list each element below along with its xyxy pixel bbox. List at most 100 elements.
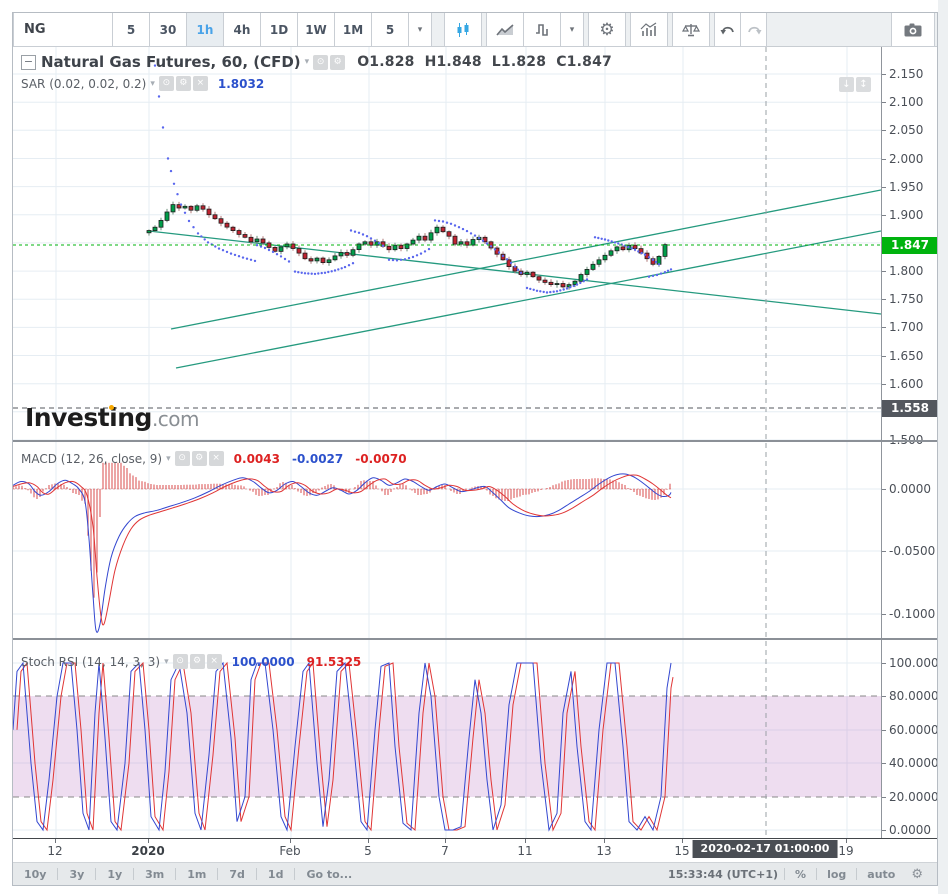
candle-body xyxy=(279,247,283,252)
timeframe-button-30[interactable]: 30 xyxy=(149,13,187,47)
macd-line xyxy=(13,474,671,632)
gear-icon[interactable]: ⚙ xyxy=(190,654,205,669)
gear-icon[interactable]: ⚙ xyxy=(905,867,929,882)
eye-icon[interactable]: ⊙ xyxy=(173,654,188,669)
range-button-3y[interactable]: 3y xyxy=(58,868,95,881)
candle-body xyxy=(387,246,391,249)
sar-dot xyxy=(486,242,488,244)
gear-icon[interactable]: ⚙ xyxy=(192,451,207,466)
sar-dot xyxy=(667,270,669,272)
line-chart-type-button[interactable] xyxy=(486,13,524,47)
collapse-pane-icon[interactable]: − xyxy=(21,55,36,70)
sar-dot xyxy=(520,272,522,274)
sar-dot xyxy=(450,223,452,225)
sar-dot xyxy=(180,203,182,205)
price-badge: 1.558 xyxy=(882,400,937,417)
goto-button[interactable]: Go to... xyxy=(295,868,363,881)
option-percent[interactable]: % xyxy=(785,868,816,881)
candle-body xyxy=(273,247,277,251)
sar-dot xyxy=(388,259,390,261)
candle-body xyxy=(225,223,229,227)
sar-dot xyxy=(583,280,585,282)
sar-dot xyxy=(442,220,444,222)
sar-dot xyxy=(644,254,646,256)
candle-body xyxy=(591,264,595,269)
timeframe-button-5[interactable]: 5 xyxy=(112,13,150,47)
candle-body xyxy=(663,245,667,257)
time-label: Feb xyxy=(279,844,300,858)
sar-dot xyxy=(350,229,352,231)
candle-body xyxy=(363,242,367,244)
eye-icon[interactable]: ⊙ xyxy=(313,55,328,70)
candle-body xyxy=(597,260,601,265)
candle-body xyxy=(423,236,427,240)
symbol-input[interactable]: NG xyxy=(13,13,113,47)
sar-dot xyxy=(660,272,662,274)
candle-body xyxy=(531,272,535,277)
axis-label: 2.150 xyxy=(889,67,923,81)
chevron-down-icon[interactable]: ▾ xyxy=(150,79,155,89)
ohlc-values: O1.828H1.848L1.828C1.847 xyxy=(357,54,622,70)
eye-icon[interactable]: ⊙ xyxy=(159,76,174,91)
chevron-down-icon[interactable]: ▾ xyxy=(164,657,169,667)
timeframe-button-1W[interactable]: 1W xyxy=(297,13,335,47)
chevron-down-icon[interactable]: ▾ xyxy=(305,57,310,67)
option-auto[interactable]: auto xyxy=(857,868,905,881)
line-style-more-button[interactable]: ▾ xyxy=(560,13,584,47)
pane-separator[interactable] xyxy=(13,440,937,442)
timeframe-button-5[interactable]: 5 xyxy=(371,13,409,47)
option-log[interactable]: log xyxy=(817,868,856,881)
candle-body xyxy=(261,239,265,243)
sar-dot xyxy=(197,232,199,234)
screenshot-button[interactable] xyxy=(891,13,935,47)
sar-dot xyxy=(207,241,209,243)
candlestick-chart-type-button[interactable] xyxy=(444,13,482,47)
timeframe-button-1D[interactable]: 1D xyxy=(260,13,298,47)
pane-separator[interactable] xyxy=(13,638,937,640)
undo-button[interactable] xyxy=(714,13,741,47)
chart-area[interactable]: 2.1502.1002.0502.0001.9501.9001.8001.750… xyxy=(13,47,937,838)
sar-dot xyxy=(648,276,650,278)
close-icon[interactable]: × xyxy=(207,654,222,669)
timeframe-button-4h[interactable]: 4h xyxy=(223,13,261,47)
range-button-1y[interactable]: 1y xyxy=(96,868,133,881)
close-icon[interactable]: × xyxy=(209,451,224,466)
line-style-button[interactable] xyxy=(523,13,561,47)
top-toolbar: NG 5301h4h1D1W1M5 ▾ xyxy=(13,13,937,47)
sar-dot xyxy=(549,291,551,293)
gear-icon[interactable]: ⚙ xyxy=(330,55,345,70)
timeframe-button-1h[interactable]: 1h xyxy=(186,13,224,47)
sar-dot xyxy=(301,272,303,274)
price-axis[interactable]: 2.1502.1002.0502.0001.9501.9001.8001.750… xyxy=(881,47,937,838)
redo-button[interactable] xyxy=(740,13,767,47)
scale-options: %logauto xyxy=(784,868,905,881)
sar-dot xyxy=(400,259,402,261)
range-button-3m[interactable]: 3m xyxy=(134,868,175,881)
arrow-down-icon[interactable]: ↓ xyxy=(839,77,854,92)
chart-canvas[interactable] xyxy=(13,47,881,838)
range-button-7d[interactable]: 7d xyxy=(218,868,256,881)
timeframe-button-1M[interactable]: 1M xyxy=(334,13,372,47)
time-axis[interactable]: 122020Feb57111315192020-02-17 01:00:00 xyxy=(13,838,937,862)
chevron-down-icon[interactable]: ▾ xyxy=(166,454,171,464)
timeframe-more-button[interactable]: ▾ xyxy=(408,13,432,47)
time-label: 2020 xyxy=(131,844,164,858)
sar-dot xyxy=(652,275,654,277)
gear-icon[interactable]: ⚙ xyxy=(176,76,191,91)
settings-button[interactable]: ⚙ xyxy=(588,13,626,47)
eye-icon[interactable]: ⊙ xyxy=(175,451,190,466)
arrow-updown-icon[interactable]: ↕ xyxy=(856,77,871,92)
close-icon[interactable]: × xyxy=(193,76,208,91)
sar-dot xyxy=(556,290,558,292)
range-button-1d[interactable]: 1d xyxy=(257,868,295,881)
sar-dot xyxy=(658,263,660,265)
sar-dot xyxy=(264,247,266,249)
candle-body xyxy=(249,237,253,242)
range-button-10y[interactable]: 10y xyxy=(13,868,57,881)
chevron-down-icon: ▾ xyxy=(570,25,575,35)
compare-button[interactable] xyxy=(672,13,710,47)
clock-label[interactable]: 15:33:44 (UTC+1) xyxy=(668,868,784,881)
range-button-1m[interactable]: 1m xyxy=(176,868,217,881)
sar-dot xyxy=(517,269,519,271)
indicators-button[interactable] xyxy=(630,13,668,47)
